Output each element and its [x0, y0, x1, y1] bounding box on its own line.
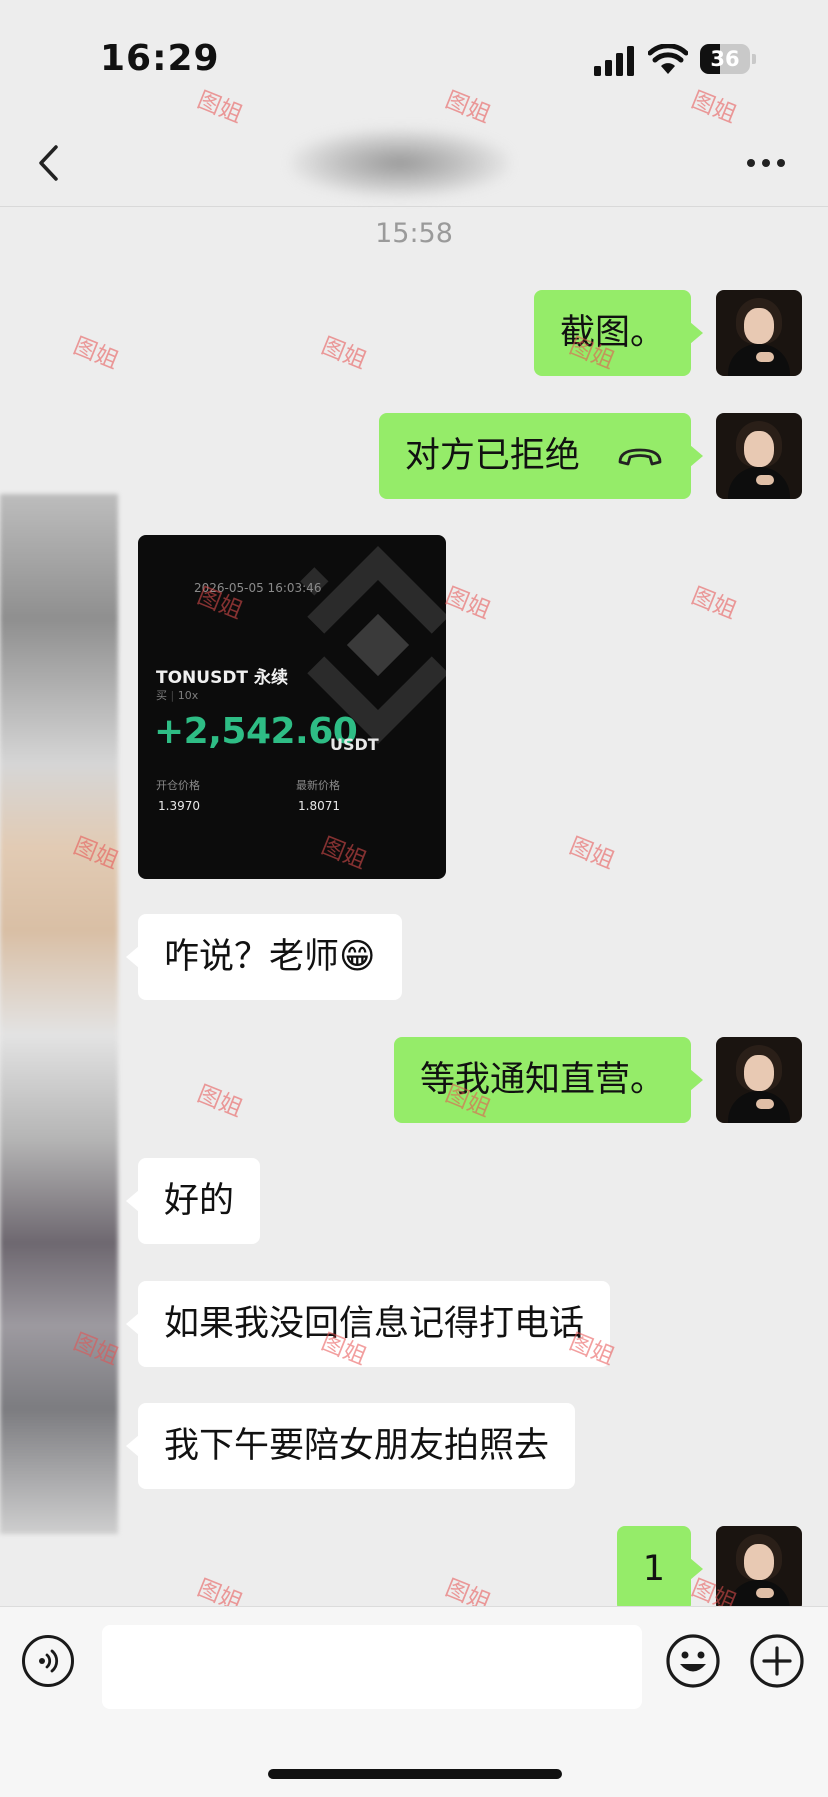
- trade-pnl: +2,542.60: [154, 711, 358, 752]
- message-text: 如果我没回信息记得打电话: [164, 1304, 585, 1344]
- more-options-button[interactable]: [736, 140, 796, 186]
- message-bubble-received[interactable]: 我下午要陪女朋友拍照去: [125, 1403, 576, 1489]
- chevron-left-icon: [39, 145, 58, 181]
- watermark: 图姐: [565, 833, 619, 875]
- trade-screenshot-image[interactable]: 2026-05-05 16:03:46 TONUSDT 永续 买 | 10x +…: [138, 535, 446, 879]
- message-bubble-received[interactable]: 好的: [125, 1158, 261, 1244]
- trade-pnl-unit: USDT: [330, 735, 379, 754]
- more-dot-icon: [747, 159, 755, 167]
- message-text: 1: [642, 1549, 665, 1589]
- back-button[interactable]: [22, 132, 74, 194]
- avatar[interactable]: [716, 290, 802, 376]
- hangup-icon: [618, 448, 662, 466]
- message-text: 咋说？老师😁: [164, 937, 376, 977]
- contact-avatar-redacted: [0, 494, 118, 1534]
- message-input-bar: [0, 1606, 828, 1797]
- more-dot-icon: [777, 159, 785, 167]
- wifi-icon: [648, 44, 688, 74]
- call-declined-bubble[interactable]: 对方已拒绝: [378, 413, 704, 499]
- voice-icon: [39, 1649, 59, 1673]
- watermark: 图姐: [317, 333, 371, 375]
- watermark: 图姐: [687, 583, 741, 625]
- entry-price-label: 开仓价格: [156, 779, 200, 792]
- trade-leverage: 10x: [177, 689, 199, 702]
- home-indicator[interactable]: [268, 1769, 562, 1779]
- contact-name-redacted: [290, 128, 510, 198]
- watermark: 图姐: [193, 1081, 247, 1123]
- more-dot-icon: [762, 159, 770, 167]
- message-bubble-sent[interactable]: 1: [616, 1526, 704, 1612]
- status-time: 16:29: [100, 38, 220, 79]
- battery-level: 36: [710, 47, 740, 71]
- plus-icon[interactable]: [749, 1633, 805, 1689]
- watermark: 图姐: [69, 333, 123, 375]
- message-text: 我下午要陪女朋友拍照去: [164, 1426, 550, 1466]
- voice-input-button[interactable]: [22, 1635, 74, 1687]
- battery-icon: 36: [700, 44, 756, 76]
- trade-side: 买: [156, 689, 167, 702]
- watermark: 图姐: [441, 583, 495, 625]
- message-text: 好的: [164, 1181, 235, 1221]
- entry-price-value: 1.3970: [158, 799, 200, 813]
- message-input[interactable]: [102, 1625, 642, 1709]
- last-price-value: 1.8071: [298, 799, 340, 813]
- message-timestamp: 15:58: [375, 218, 453, 249]
- message-bubble-sent[interactable]: 等我通知直营。: [393, 1037, 704, 1123]
- trade-symbol: TONUSDT 永续: [156, 668, 288, 688]
- emoji-icon[interactable]: [665, 1633, 721, 1689]
- last-price-label: 最新价格: [296, 779, 340, 792]
- message-bubble-received[interactable]: 如果我没回信息记得打电话: [125, 1281, 611, 1367]
- message-text: 对方已拒绝: [404, 436, 580, 476]
- avatar[interactable]: [716, 413, 802, 499]
- trade-side-leverage: 买 | 10x: [156, 689, 199, 702]
- message-bubble-received[interactable]: 咋说？老师😁: [126, 914, 402, 1000]
- cellular-signal-icon: [594, 46, 634, 76]
- chat-header: [0, 120, 828, 207]
- avatar[interactable]: [716, 1037, 802, 1123]
